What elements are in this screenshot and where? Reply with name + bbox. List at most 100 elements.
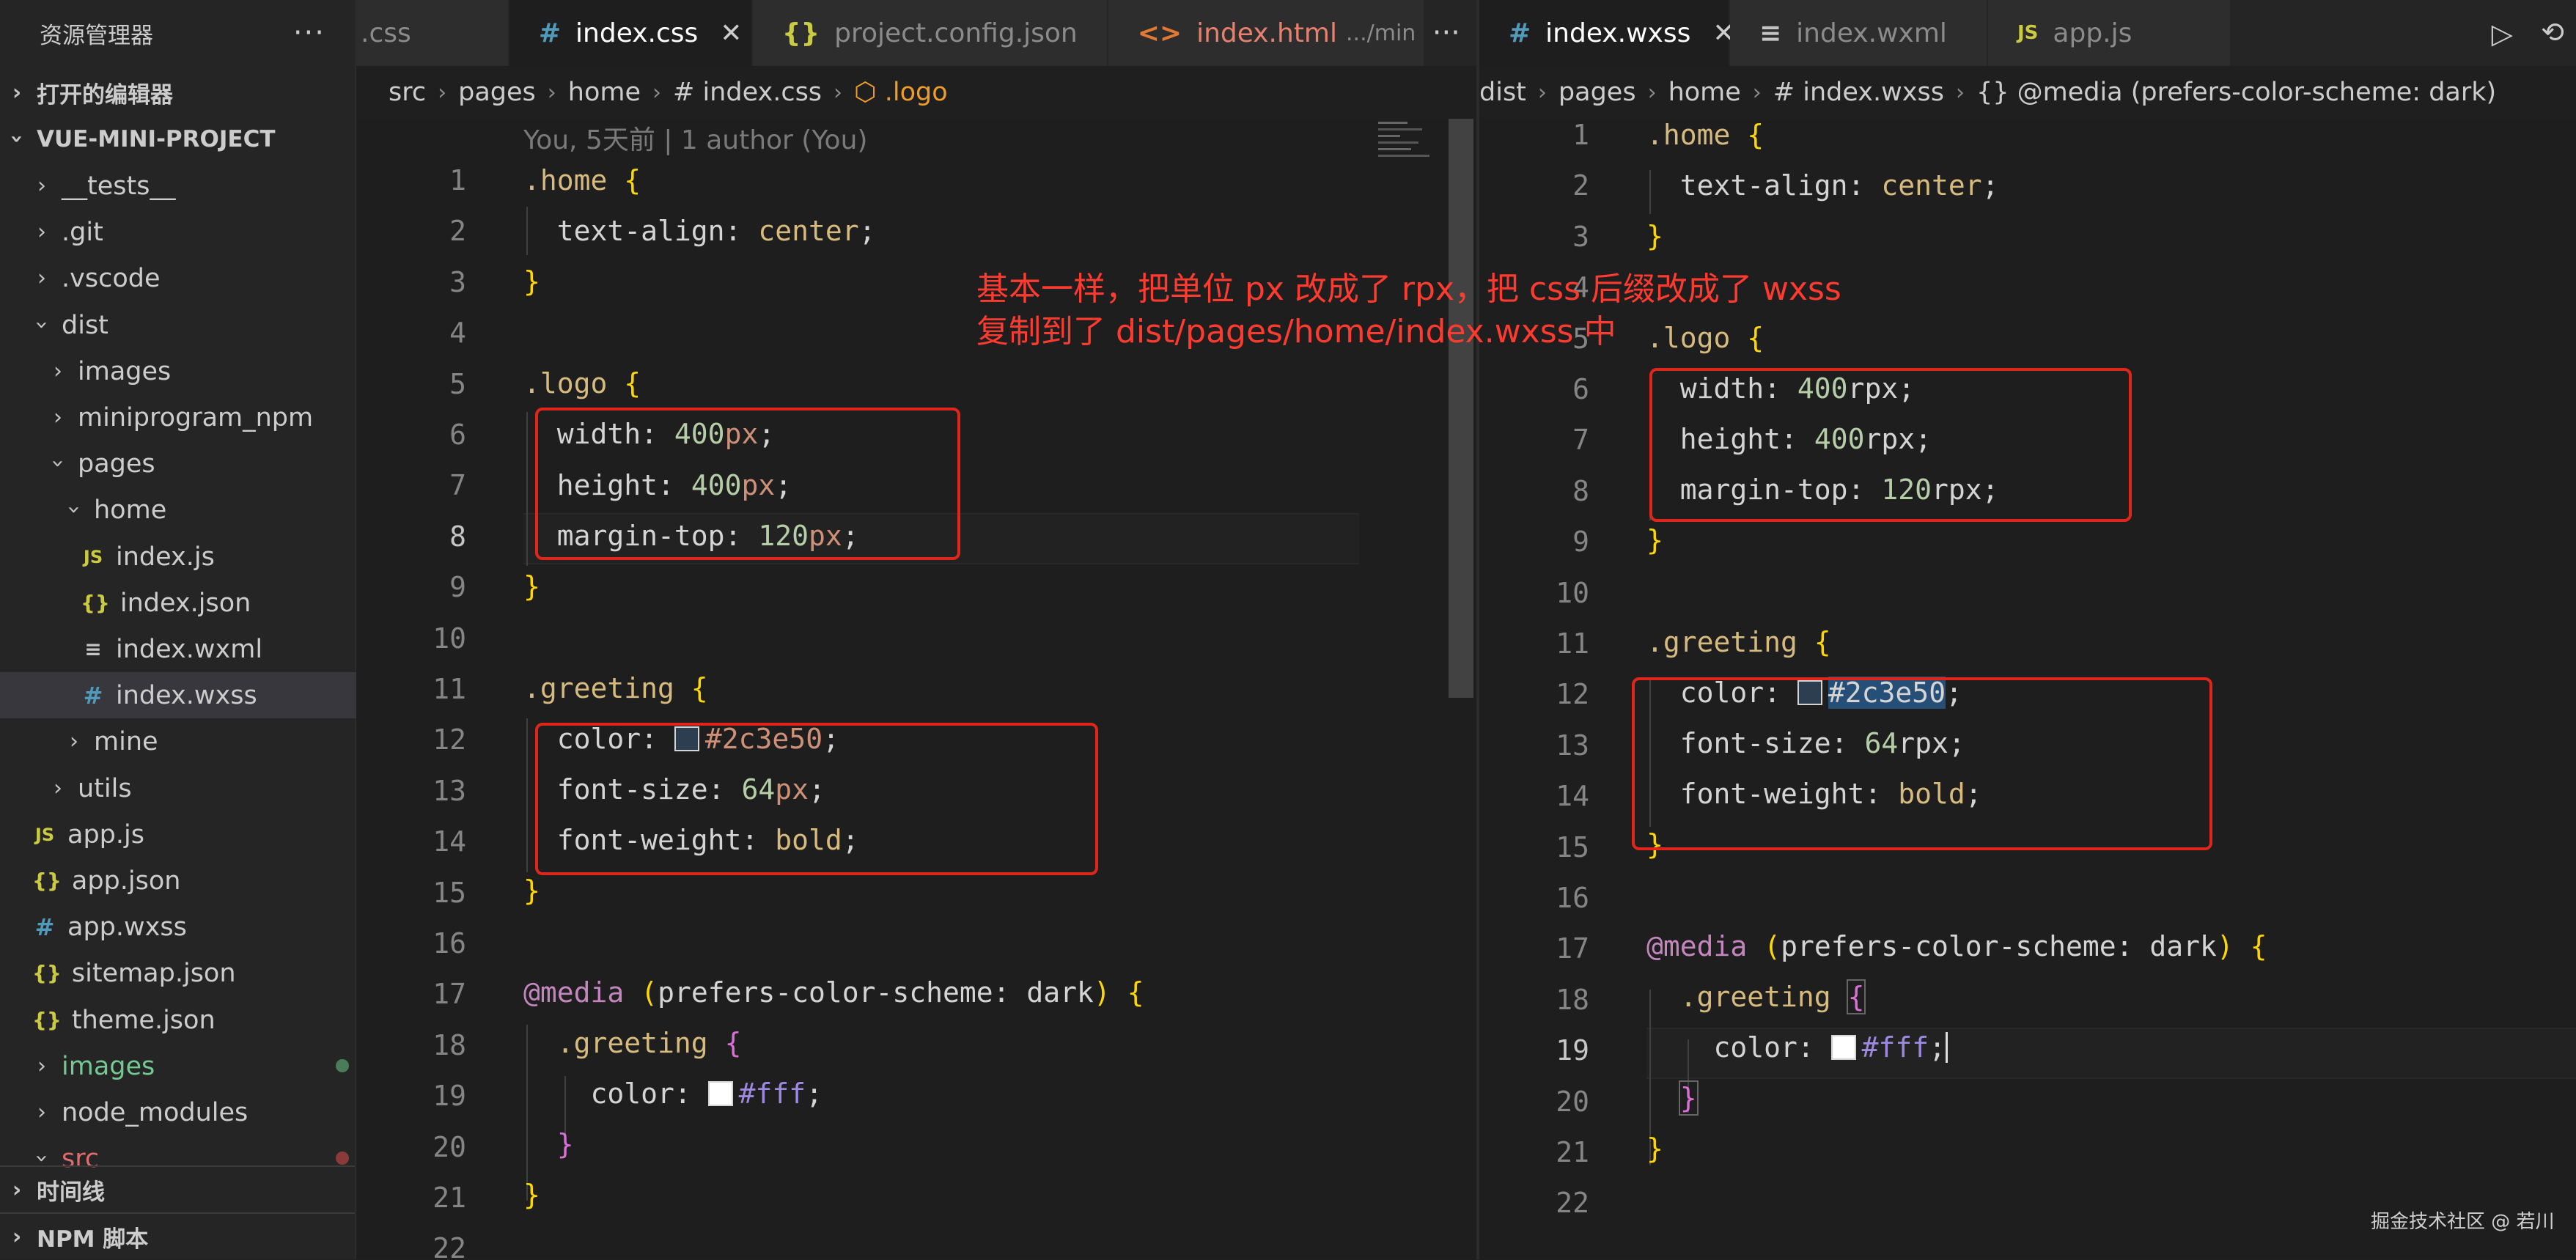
git-blame-lens[interactable]: You, 5天前 | 1 author (You) bbox=[523, 119, 867, 157]
chevron-right-icon: › bbox=[12, 1224, 22, 1250]
breadcrumb-item[interactable]: src bbox=[389, 78, 426, 107]
tree-item[interactable]: {} sitemap.json bbox=[0, 950, 387, 996]
js-file-icon: JS bbox=[83, 546, 103, 567]
line-number: 11 bbox=[433, 673, 466, 705]
run-icon[interactable]: ▷ bbox=[2492, 18, 2513, 50]
code-line: } bbox=[523, 1179, 540, 1211]
tree-item[interactable]: JS app.js bbox=[0, 811, 387, 858]
breadcrumb-item[interactable]: # index.css bbox=[673, 78, 822, 107]
breadcrumb-item[interactable]: dist bbox=[1479, 78, 1526, 107]
chevron-right-icon: › bbox=[37, 219, 46, 245]
line-number: 7 bbox=[449, 469, 466, 501]
tree-item-label: node_modules bbox=[62, 1097, 249, 1127]
line-number: 22 bbox=[1556, 1187, 1589, 1219]
breadcrumb-item[interactable]: home bbox=[568, 78, 641, 107]
line-number: 4 bbox=[449, 317, 466, 349]
json-file-icon: {} bbox=[32, 869, 62, 893]
chevron-right-icon: › bbox=[37, 1099, 46, 1125]
tree-item[interactable]: › node_modules bbox=[0, 1089, 387, 1135]
line-number: 13 bbox=[433, 775, 466, 807]
tree-item[interactable]: {} theme.json bbox=[0, 997, 387, 1043]
tree-item-label: app.wxss bbox=[67, 912, 187, 942]
tree-item[interactable]: › __tests__ bbox=[0, 163, 387, 209]
tree-item[interactable]: › utils bbox=[0, 765, 403, 811]
tab-label: index.wxss bbox=[1545, 18, 1691, 48]
line-number: 18 bbox=[433, 1029, 466, 1061]
tree-item-label: sitemap.json bbox=[71, 958, 236, 988]
line-number: 19 bbox=[433, 1080, 466, 1112]
chevron-right-icon: › bbox=[438, 79, 447, 106]
history-icon[interactable]: ⟲ bbox=[2541, 16, 2564, 48]
chevron-down-icon: › bbox=[61, 505, 87, 515]
chevron-right-icon: › bbox=[54, 775, 62, 801]
git-status-dot bbox=[336, 1059, 349, 1072]
code-line: color: #fff; bbox=[1646, 1031, 1948, 1064]
tree-item[interactable]: › pages bbox=[0, 441, 403, 487]
npm-scripts-label: NPM 脚本 bbox=[37, 1226, 149, 1253]
chevron-right-icon: › bbox=[547, 79, 556, 106]
tree-item-label: __tests__ bbox=[62, 171, 176, 201]
close-icon[interactable]: ✕ bbox=[720, 18, 742, 48]
git-status-dot bbox=[336, 1152, 349, 1165]
line-number: 5 bbox=[449, 368, 466, 400]
tree-item[interactable]: › miniprogram_npm bbox=[0, 394, 403, 441]
tree-item-label: .git bbox=[62, 217, 103, 247]
chevron-right-icon: › bbox=[1647, 79, 1657, 106]
tab-project-config[interactable]: {} project.config.json bbox=[752, 0, 1108, 66]
minimap[interactable] bbox=[1375, 119, 1441, 207]
tree-item[interactable]: › images bbox=[0, 348, 403, 394]
project-section[interactable]: › VUE-MINI-PROJECT bbox=[0, 116, 355, 162]
tree-item[interactable]: › images bbox=[0, 1043, 387, 1089]
timeline-section[interactable]: › 时间线 bbox=[0, 1165, 355, 1213]
code-line: text-align: center; bbox=[1679, 169, 1999, 202]
timeline-label: 时间线 bbox=[37, 1179, 105, 1206]
tree-item-label: home bbox=[94, 495, 167, 525]
line-number: 12 bbox=[1556, 678, 1589, 710]
color-swatch[interactable] bbox=[1830, 1035, 1856, 1060]
chevron-right-icon: › bbox=[12, 1177, 22, 1203]
line-number: 14 bbox=[1556, 780, 1589, 812]
line-number: 10 bbox=[433, 622, 466, 655]
code-line: .logo { bbox=[1646, 322, 1764, 354]
lines-icon: ≡ bbox=[1759, 18, 1782, 48]
more-tabs-icon[interactable]: ··· bbox=[1424, 0, 1476, 66]
tab-css[interactable]: .css bbox=[356, 0, 509, 66]
line-number: 6 bbox=[1572, 373, 1589, 405]
line-number: 7 bbox=[1572, 424, 1589, 456]
tab-index-wxml[interactable]: ≡ index.wxml bbox=[1730, 0, 1988, 66]
npm-scripts-section[interactable]: › NPM 脚本 bbox=[0, 1212, 355, 1260]
more-actions-icon[interactable]: ··· bbox=[293, 18, 325, 48]
tree-item[interactable]: › .git bbox=[0, 209, 387, 255]
chevron-right-icon: › bbox=[833, 79, 843, 106]
tab-index-wxss[interactable]: # index.wxss ✕ bbox=[1479, 0, 1735, 66]
tree-item[interactable]: › .vscode bbox=[0, 255, 387, 301]
breadcrumb-item[interactable]: pages bbox=[458, 78, 536, 107]
tree-item[interactable]: # app.wxss bbox=[0, 904, 387, 950]
breadcrumb-item[interactable]: ⬡ .logo bbox=[854, 78, 948, 107]
tab-index-css[interactable]: # index.css ✕ bbox=[509, 0, 753, 66]
tree-item[interactable]: › dist bbox=[0, 302, 387, 348]
chevron-down-icon: › bbox=[4, 134, 30, 144]
line-number: 12 bbox=[433, 723, 466, 756]
tab-index-html[interactable]: <> index.html .../min bbox=[1108, 0, 1425, 66]
code-line: color: #fff; bbox=[590, 1077, 823, 1110]
line-number: 19 bbox=[1556, 1034, 1589, 1066]
breadcrumb-item[interactable]: pages bbox=[1559, 78, 1636, 107]
vertical-scrollbar[interactable] bbox=[1449, 119, 1473, 698]
tab-bar-actions: ▷ ⟲ bbox=[2231, 0, 2576, 66]
color-swatch[interactable] bbox=[707, 1081, 733, 1106]
tree-item-label: index.wxml bbox=[116, 634, 263, 664]
tab-label: index.html bbox=[1196, 18, 1337, 48]
tree-item-label: index.wxss bbox=[116, 680, 257, 710]
tree-item[interactable]: {} app.json bbox=[0, 858, 387, 904]
line-number: 20 bbox=[1556, 1086, 1589, 1118]
tree-item-label: utils bbox=[78, 773, 132, 803]
chevron-right-icon: › bbox=[54, 358, 62, 384]
open-editors-section[interactable]: › 打开的编辑器 bbox=[0, 70, 355, 116]
tab-app-js[interactable]: JS app.js bbox=[1988, 0, 2231, 66]
breadcrumb-item[interactable]: {} @media (prefers-color-scheme: dark) bbox=[1976, 78, 2496, 107]
breadcrumb-item[interactable]: home bbox=[1668, 78, 1741, 107]
breadcrumb-item[interactable]: # index.wxss bbox=[1773, 78, 1944, 107]
line-number: 9 bbox=[449, 571, 466, 603]
highlight-box bbox=[1649, 368, 2132, 522]
